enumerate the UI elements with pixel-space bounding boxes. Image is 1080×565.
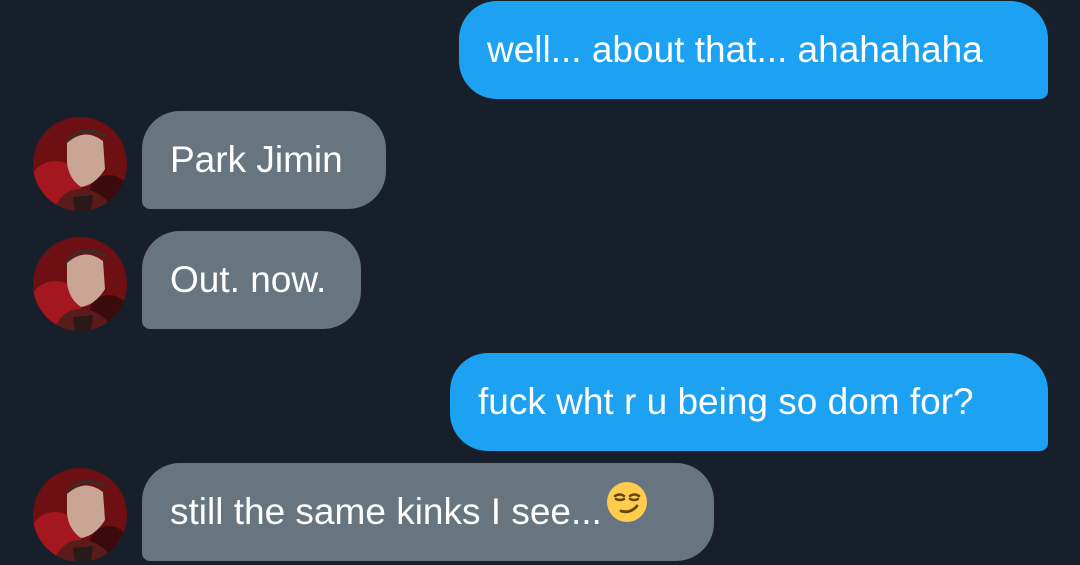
message-text: fuck wht r u being so dom for? [478, 381, 974, 422]
contact-avatar[interactable] [33, 117, 127, 211]
avatar-photo-icon [33, 237, 127, 331]
avatar-photo-icon [33, 117, 127, 211]
message-bubble-incoming[interactable]: still the same kinks I see... [142, 463, 714, 561]
message-text: still the same kinks I see... [170, 491, 602, 532]
message-text: Park Jimin [170, 139, 343, 180]
message-bubble-incoming[interactable]: Park Jimin [142, 111, 386, 209]
avatar-photo-icon [33, 468, 127, 562]
contact-avatar[interactable] [33, 237, 127, 331]
contact-avatar[interactable] [33, 468, 127, 562]
message-text: well... about that... ahahahaha [487, 29, 983, 70]
message-text: Out. now. [170, 259, 327, 300]
smirking-face-emoji-icon [606, 462, 648, 560]
message-bubble-outgoing[interactable]: well... about that... ahahahaha [459, 1, 1048, 99]
message-bubble-outgoing[interactable]: fuck wht r u being so dom for? [450, 353, 1048, 451]
message-bubble-incoming[interactable]: Out. now. [142, 231, 361, 329]
message-thread: well... about that... ahahahaha Park Jim… [0, 0, 1080, 565]
